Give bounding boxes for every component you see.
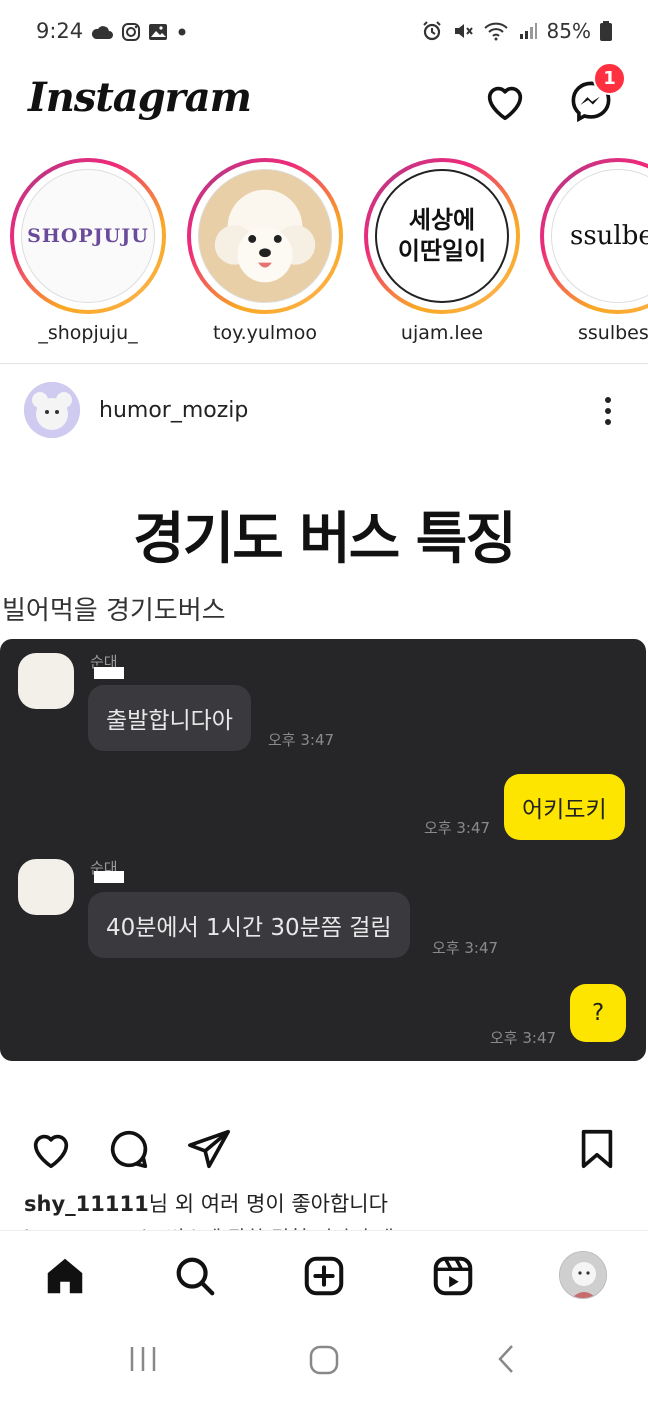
back-icon[interactable] xyxy=(490,1342,524,1376)
chat-bubble-outgoing: 어키도키 xyxy=(504,774,625,840)
chat-timestamp: 오후 3:47 xyxy=(490,1029,557,1047)
gallery-icon xyxy=(149,24,167,40)
story-avatar xyxy=(198,169,332,303)
story-name: ssulbes xyxy=(578,322,648,344)
likes-text: 님 외 여러 명이 좋아합니다 xyxy=(148,1192,388,1216)
dot-icon xyxy=(178,28,186,36)
story-avatar-line2: 이딴일이 xyxy=(397,237,487,265)
battery-icon xyxy=(600,21,612,41)
status-time: 9:24 xyxy=(36,19,84,43)
home-icon[interactable] xyxy=(42,1253,88,1299)
search-icon[interactable] xyxy=(172,1253,218,1299)
comment-icon[interactable] xyxy=(106,1126,152,1172)
notification-badge: 1 xyxy=(593,62,626,95)
post-header: humor_mozip xyxy=(0,372,648,450)
story-name: toy.yulmoo xyxy=(213,322,317,344)
cloud-icon xyxy=(91,26,113,39)
reels-icon[interactable] xyxy=(430,1253,476,1299)
system-nav-bar xyxy=(0,1322,648,1404)
profile-avatar[interactable] xyxy=(559,1251,607,1299)
chat-avatar xyxy=(18,859,74,915)
heart-icon[interactable] xyxy=(482,78,528,124)
bookmark-icon[interactable] xyxy=(574,1126,620,1172)
story-avatar: ssulbe xyxy=(551,169,648,303)
more-options-icon[interactable] xyxy=(596,394,620,428)
instagram-notification-icon xyxy=(122,23,140,41)
wifi-icon xyxy=(483,22,508,41)
story-item[interactable]: SHOPJUJU _shopjuju_ xyxy=(8,158,168,344)
share-icon[interactable] xyxy=(186,1126,232,1172)
post-image-title: 경기도 버스 특징 xyxy=(133,507,517,572)
chat-timestamp: 오후 3:47 xyxy=(432,939,499,957)
post-username[interactable]: humor_mozip xyxy=(99,398,248,423)
likes-summary[interactable]: shy_11111님 외 여러 명이 좋아합니다 xyxy=(24,1188,388,1218)
battery-percent: 85% xyxy=(546,19,591,43)
chat-timestamp: 오후 3:47 xyxy=(424,819,491,837)
recents-icon[interactable] xyxy=(126,1342,160,1376)
alarm-icon xyxy=(422,21,441,41)
mute-icon xyxy=(454,24,473,38)
dog-avatar-image xyxy=(199,170,331,302)
post-image[interactable]: 경기도 버스 특징 빌어먹을 경기도버스 순대 출발합니다아 오후 3:47 어… xyxy=(0,458,648,1098)
home-button-icon[interactable] xyxy=(306,1342,342,1378)
divider xyxy=(0,363,648,364)
chat-screenshot: 순대 출발합니다아 오후 3:47 어키도키 오후 3:47 순대 40분에서 … xyxy=(0,639,646,1061)
stories-tray: SHOPJUJU _shopjuju_ toy.yulmoo 세상에 이딴일이 … xyxy=(0,158,648,358)
post-author-avatar[interactable] xyxy=(24,382,80,438)
post-actions xyxy=(0,1118,648,1178)
like-icon[interactable] xyxy=(28,1126,74,1172)
signal-icon xyxy=(519,23,537,39)
story-item[interactable]: 세상에 이딴일이 ujam.lee xyxy=(362,158,522,344)
chat-timestamp: 오후 3:47 xyxy=(268,731,335,749)
redaction-mark xyxy=(94,667,124,679)
app-header: Instagram xyxy=(0,62,648,152)
create-icon[interactable] xyxy=(301,1253,347,1299)
post-image-subtitle: 빌어먹을 경기도버스 xyxy=(2,596,226,626)
story-avatar-line1: 세상에 xyxy=(408,205,476,234)
status-bar: 9:24 85% xyxy=(0,0,648,62)
story-avatar: 세상에 이딴일이 xyxy=(375,169,509,303)
story-name: ujam.lee xyxy=(400,322,484,344)
likes-user[interactable]: shy_11111 xyxy=(24,1192,149,1216)
bottom-nav xyxy=(0,1230,648,1322)
chat-bubble-outgoing: ? xyxy=(570,984,627,1042)
chat-avatar xyxy=(18,653,74,709)
story-avatar-text: ssulbe xyxy=(570,221,648,251)
story-avatar: SHOPJUJU xyxy=(21,169,155,303)
story-avatar-text: SHOPJUJU xyxy=(27,225,149,247)
redaction-mark xyxy=(94,871,124,883)
story-name: _shopjuju_ xyxy=(38,322,138,344)
story-item[interactable]: toy.yulmoo xyxy=(185,158,345,344)
story-item[interactable]: ssulbe ssulbes xyxy=(538,158,648,344)
instagram-logo[interactable]: Instagram xyxy=(28,74,252,121)
chat-bubble-incoming: 출발합니다아 xyxy=(88,685,251,751)
chat-bubble-incoming: 40분에서 1시간 30분쯤 걸림 xyxy=(88,892,410,958)
